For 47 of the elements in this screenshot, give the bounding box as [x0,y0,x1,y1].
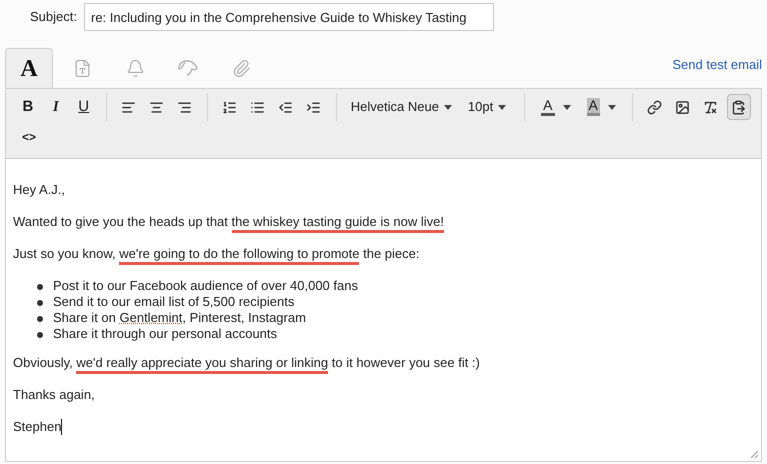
list-item-text: Share it on Gentlemint, Pinterest, Instagram [53,310,306,326]
caret-icon [608,104,616,110]
align-right-icon [177,100,192,114]
link-icon [647,100,662,114]
paragraph-text: Hey A.J., [13,182,66,198]
underline-button[interactable]: U [72,94,96,120]
align-center-icon [149,100,164,114]
list-item-text: Post it to our Facebook audience of over 40,000 fans [53,278,358,294]
highlight-color-button[interactable]: A [580,98,622,116]
paste-button[interactable] [726,94,751,120]
bullet-list-icon [250,100,266,114]
bell-icon [126,58,144,78]
text-color-button[interactable]: A [535,98,576,116]
bullet-icon [37,316,43,322]
bullet-icon [37,284,43,290]
editor-tab[interactable]: A [5,48,53,88]
italic-button[interactable]: I [44,94,68,120]
numbered-list-icon [222,100,238,114]
subject-field[interactable]: re: Including you in the Comprehensive Guide to Whiskey Tasting [84,3,494,31]
resize-grip-icon [750,450,758,458]
paragraph-text: Stephen [13,419,62,435]
caret-icon [444,104,452,110]
paperclip-icon [232,58,250,78]
font-dropdown[interactable]: Helvetica Neue [346,97,456,117]
paragraph-text: Obviously, we'd really appreciate you sharing or linking to it however you see fit :) [13,355,480,371]
subject-label: Subject: [30,8,78,26]
list-item-text: Share it through our personal accounts [53,326,278,342]
paragraph-text: Wanted to give you the heads up that the whiskey tasting guide is now live! [13,214,444,230]
bullet-icon [37,300,43,306]
clear-format-icon [703,100,718,114]
caret-icon [562,104,570,110]
bold-button[interactable]: B [16,94,40,120]
document-icon [72,58,92,78]
dog-head-icon [177,59,199,77]
paragraph-text: Just so you know, we're going to do the following to promote the piece: [13,246,420,262]
list-item-text: Send it to our email list of 5,500 recipients [53,294,294,310]
font-size-dropdown[interactable]: 10pt [460,97,514,117]
indent-icon [306,100,322,114]
send-test-email-link[interactable]: Send test email [672,54,762,74]
source-code-button[interactable]: <> [16,124,42,150]
caret-icon [498,104,506,110]
align-left-icon [121,100,136,114]
paragraph-text: Thanks again, [13,387,95,403]
outdent-icon [278,100,294,114]
image-icon [675,100,690,114]
bullet-icon [37,332,43,338]
paste-icon [731,100,746,114]
